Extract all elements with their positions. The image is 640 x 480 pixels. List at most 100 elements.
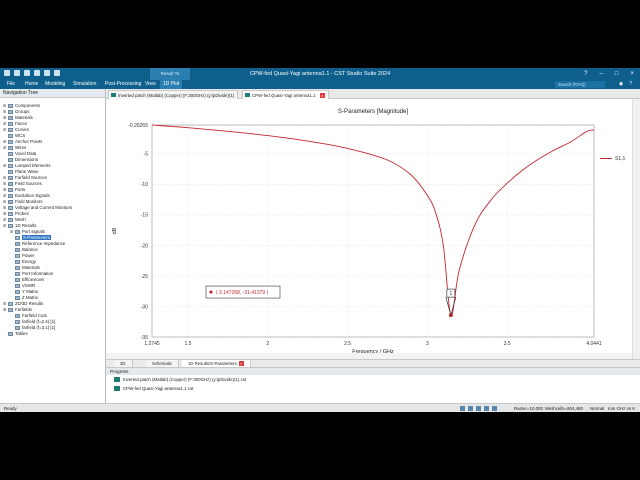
fit-view-icon[interactable] (460, 406, 465, 411)
tree-item-label: Groups (15, 109, 30, 114)
folder-icon (8, 169, 13, 174)
search-input[interactable]: Search (F3+Q) (555, 81, 605, 88)
tree-item-label: Farfield Cuts (22, 313, 47, 318)
folder-icon (15, 313, 20, 318)
menu-1d-plot[interactable]: 1D Plot (160, 80, 183, 89)
status-icons (460, 404, 497, 411)
folder-icon (15, 283, 20, 288)
tree-item-label: Field Monitors (15, 199, 43, 204)
tree-item-label: Farfield Sources (15, 175, 47, 180)
x-axis-label: Frequency / GHz (352, 349, 394, 353)
x-tick-label: 1.2745 (144, 341, 160, 347)
folder-icon (8, 331, 13, 336)
project-icon (111, 93, 116, 97)
window-title: CPW-fed Quasi-Yagi antenna1.1 - CST Stud… (249, 71, 391, 77)
tree-item-label: Anchor Points (15, 139, 43, 144)
tree-item-label: Components (15, 103, 40, 108)
marker-label: 1 (449, 291, 452, 297)
y-tick-label: -0.26265 (128, 123, 148, 129)
units-readout: mm GHz ns K (608, 406, 636, 411)
plot-frame (151, 124, 595, 338)
tree-item-label: Y Matrix (22, 289, 39, 294)
folder-icon (8, 127, 13, 132)
y-tick-label: -15 (141, 213, 148, 219)
folder-icon (8, 217, 13, 222)
tree-item-label: 2D/3D Results (15, 301, 44, 306)
y-tick-label: -35 (141, 335, 148, 341)
tree-item-label: Ports (15, 187, 26, 192)
cst-app-window: Result To CPW-fed Quasi-Yagi antenna1.1 … (0, 68, 640, 412)
x-tick-label: 3.5 (504, 341, 511, 347)
folder-icon (15, 289, 20, 294)
progress-item[interactable]: Inverted patch (Matlab) (Copper) (F:300G… (114, 376, 246, 384)
help-icon[interactable]: ? (629, 80, 632, 89)
tree-item-label: farfield (f=2.4) [1] (22, 319, 56, 324)
tree-item-label: Mesh (15, 217, 26, 222)
menu-post-processing[interactable]: Post-Processing (102, 80, 144, 89)
user-icon[interactable]: ◉ (619, 80, 623, 89)
folder-icon (8, 211, 13, 216)
folder-icon (8, 199, 13, 204)
vertical-scrollbar[interactable] (632, 99, 640, 359)
folder-icon (15, 277, 20, 282)
help-icon[interactable]: ? (584, 68, 587, 80)
marker-point[interactable] (448, 313, 453, 318)
tree-item-label: WCS (15, 133, 26, 138)
navigation-tree-header: Navigation Tree (0, 89, 105, 98)
s-parameter-chart[interactable]: S-Parameters [Magnitude] 1.2745 1.5 2 2.5 3 3.… (106, 99, 632, 353)
close-icon[interactable]: × (630, 68, 634, 80)
tree-item-label: Voxel Data (15, 151, 37, 156)
marker-readout-text: ( 3.147268, -31.41379 ) (216, 290, 269, 296)
tree-item-label: Z Matrix (22, 295, 38, 300)
folder-icon (15, 319, 20, 324)
folder-icon (8, 109, 13, 114)
menu-home[interactable]: Home (22, 80, 41, 89)
folder-icon (15, 325, 20, 330)
tree-item-label: Power (22, 253, 35, 258)
legend-label-s11: S1,1 (615, 156, 626, 162)
menu-modeling[interactable]: Modeling (42, 80, 68, 89)
tab-inverted-patch[interactable]: Inverted patch (Matlab) (Copper) (F:300G… (108, 90, 239, 99)
folder-icon (8, 163, 13, 168)
tree-item-label: Port Information (22, 271, 54, 276)
menu-view[interactable]: View (142, 80, 159, 89)
window-buttons: ? – □ × (584, 68, 634, 80)
folder-icon (8, 157, 13, 162)
tree-item-label: Excitation Signals (15, 193, 50, 198)
tree-item-label: Port signals (22, 229, 45, 234)
y-tick-label: -10 (141, 182, 148, 188)
view-settings-icon[interactable] (492, 406, 497, 411)
zoom-icon[interactable] (468, 406, 473, 411)
close-tab-icon[interactable]: × (319, 93, 325, 98)
menu-file[interactable]: File (4, 80, 18, 89)
folder-icon (15, 271, 20, 276)
menu-simulation[interactable]: Simulation (70, 80, 99, 89)
folder-icon (8, 121, 13, 126)
tree-item[interactable]: Tables (3, 331, 28, 337)
folder-icon (8, 205, 13, 210)
tree-item-label: Lumped Elements (15, 163, 51, 168)
close-tab-icon[interactable]: × (238, 361, 244, 366)
chart-title: S-Parameters [Magnitude] (338, 109, 408, 115)
y-tick-label: -30 (141, 304, 148, 310)
expand-icon[interactable]: ⊞ (3, 307, 7, 313)
folder-icon (15, 259, 20, 264)
tree-item-label: Farfields (15, 307, 32, 312)
tree-item-label: farfield (f=3.1) [1] (22, 325, 56, 330)
status-text: Ready (4, 406, 17, 411)
pan-icon[interactable] (484, 406, 489, 411)
minimize-icon[interactable]: – (600, 68, 603, 80)
progress-item[interactable]: CPW-fed Quasi-Yagi antenna1.1.cst (114, 385, 193, 393)
tree-item-label: S-Parameters (22, 235, 52, 240)
folder-icon (8, 139, 13, 144)
tab-cpw-fed-quasi-yagi[interactable]: CPW-fed Quasi-Yagi antenna1.1 × (242, 90, 329, 99)
expand-icon[interactable]: ⊞ (3, 223, 7, 229)
folder-icon (8, 223, 13, 228)
progress-panel: Progress Inverted patch (Matlab) (Copper… (106, 367, 640, 403)
plot-area[interactable]: S-Parameters [Magnitude] 1.2745 1.5 2 2.5 3 3.… (106, 99, 632, 353)
x-tick-label: 1.5 (185, 341, 192, 347)
rotate-icon[interactable] (476, 406, 481, 411)
navigation-tree-panel: Navigation Tree ⊞ Components ⊞ Groups ⊞ Mater… (0, 89, 106, 412)
maximize-icon[interactable]: □ (615, 68, 619, 80)
tree-item-label: VSWR (22, 283, 36, 288)
